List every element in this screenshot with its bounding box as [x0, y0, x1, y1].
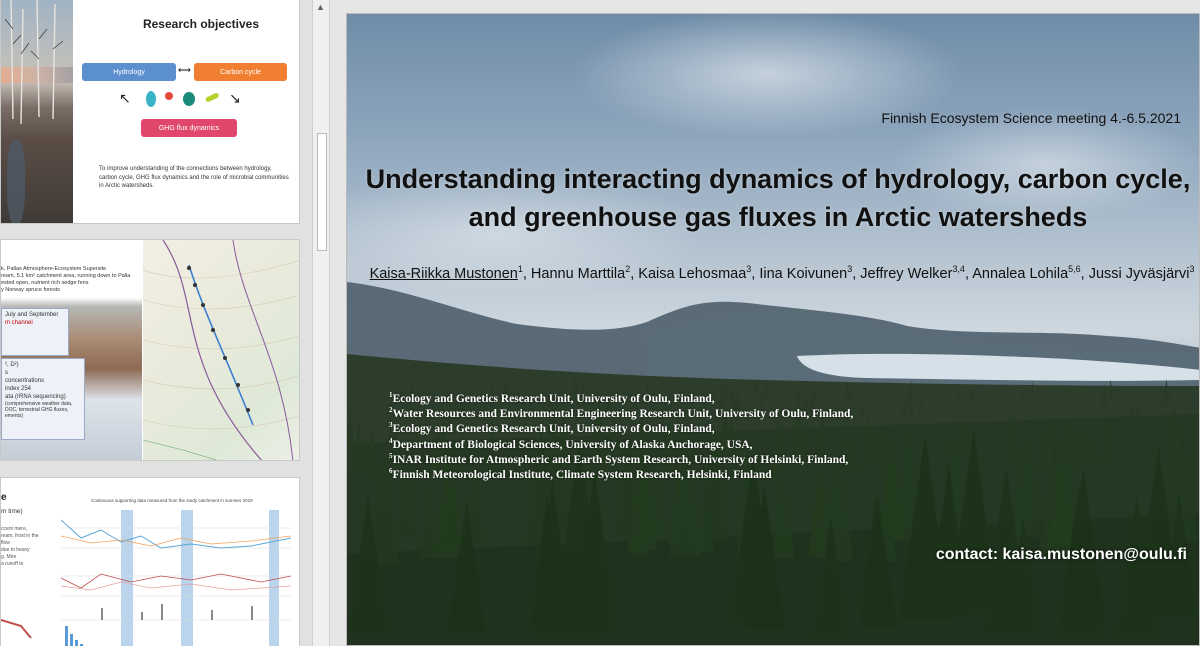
note-line: due to heavy: [1, 547, 30, 553]
affiliation-text: INAR Institute for Atmospheric and Earth…: [392, 453, 849, 466]
affiliation-text: Department of Biological Sciences, Unive…: [392, 438, 753, 451]
site-description: k, Pallas Atmosphere-Ecosystem Supersite…: [1, 266, 142, 294]
author-name: Annalea Lohila: [972, 266, 1069, 282]
slide-thumbnail-supporting-data[interactable]: e m time) ccent mere, ream, frost in the…: [0, 477, 300, 646]
author-name: Jussi Jyväsjärvi: [1088, 266, 1190, 282]
thumbnail-title: Research objectives: [142, 17, 260, 31]
sampling-box: July and September m channel: [1, 308, 69, 356]
svg-text:↘: ↘: [229, 91, 241, 107]
title-line-2: and greenhouse gas fluxes in Arctic wate…: [468, 202, 1088, 232]
measurements-box: ², D²) s concentrations index 254 ata (r…: [1, 358, 85, 440]
carbon-cycle-box: Carbon cycle: [194, 63, 287, 81]
main-slide-canvas[interactable]: Finnish Ecosystem Science meeting 4.-6.5…: [346, 13, 1200, 646]
measurement-line: concentrations: [5, 378, 45, 384]
note-line: a runoff to: [1, 561, 24, 567]
svg-text:↖: ↖: [119, 91, 131, 107]
contact-email: contact: kaisa.mustonen@oulu.fi: [935, 546, 1187, 563]
timeseries-chart-thumbnail: [61, 510, 292, 646]
author-name: Kaisa Lehosmaa: [638, 266, 747, 282]
author-list: Kaisa-Riikka Mustonen1, Hannu Marttila2,…: [369, 264, 1195, 282]
measurement-line: ata (rRNA sequencing): [5, 394, 66, 400]
affiliation-line: 4Department of Biological Sciences, Univ…: [389, 437, 989, 453]
thumbnail-subheading: m time): [1, 508, 23, 515]
measurement-line: ², D²): [5, 362, 19, 368]
scroll-up-arrow-icon[interactable]: ▲: [316, 2, 325, 12]
thumbnail-notes: ccent mere, ream, frost in the flow due …: [1, 526, 56, 568]
chart-title: Continuous supporting data measured from…: [91, 498, 253, 503]
affiliation-line: 1Ecology and Genetics Research Unit, Uni…: [389, 392, 989, 407]
thumbnail-scrollbar[interactable]: ▲: [312, 0, 330, 646]
affiliation-text: Ecology and Genetics Research Unit, Univ…: [392, 393, 715, 405]
note-line: g. Mire: [1, 554, 17, 560]
red-line-segment: [1, 619, 32, 639]
microbe-icon: ↖ ↘: [119, 91, 241, 107]
affiliation-text: Ecology and Genetics Research Unit, Univ…: [392, 423, 715, 436]
author-affiliation-number: 3: [746, 264, 752, 275]
author-affiliation-number: 1: [517, 264, 523, 275]
measurement-line: ements): [5, 413, 24, 419]
conference-name: Finnish Ecosystem Science meeting 4.-6.5…: [881, 110, 1181, 126]
thumbnail-heading: e: [1, 492, 7, 503]
author-affiliation-number: 2: [625, 264, 631, 275]
author-name: Jeffrey Welker: [860, 266, 953, 282]
slide-title: Understanding interacting dynamics of hy…: [355, 160, 1199, 236]
affiliation-line: 2Water Resources and Environmental Engin…: [389, 407, 989, 422]
site-line: ream, 5.1 km² catchment area, running do…: [1, 273, 131, 279]
measurement-line: s: [5, 370, 8, 376]
double-arrow-icon: ⟷: [178, 65, 191, 75]
author-affiliation-number: 3,4: [952, 264, 965, 275]
note-line: flow: [1, 540, 10, 546]
measurement-line: index 254: [5, 386, 32, 392]
site-line: ested open, nutrient rich sedge fens: [1, 280, 89, 286]
note-line: ccent mere,: [1, 526, 28, 532]
stream-water: [7, 139, 25, 223]
author-name: Hannu Marttila: [530, 266, 626, 282]
sampling-line-highlight: m channel: [5, 320, 33, 326]
catchment-map: [142, 240, 299, 460]
author-affiliation-number: 5,6: [1068, 264, 1081, 275]
thumbnail-body-text: To improve understanding of the connecti…: [99, 166, 289, 189]
study-site-photo: k, Pallas Atmosphere-Ecosystem Supersite…: [1, 240, 142, 460]
ghg-flux-box: GHG flux dynamics: [141, 119, 237, 137]
catchment-map-drawing: [142, 240, 299, 460]
slide-thumbnail-study-site[interactable]: k, Pallas Atmosphere-Ecosystem Supersite…: [0, 239, 300, 461]
winter-landscape-photo: [1, 0, 73, 223]
sampling-line: July and September: [5, 312, 59, 318]
author-name: Kaisa-Riikka Mustonen: [369, 266, 518, 282]
slide-thumbnail-research-objectives[interactable]: Research objectives Hydrology ⟷ Carbon c…: [0, 0, 300, 224]
title-line-1: Understanding interacting dynamics of hy…: [365, 164, 1191, 194]
affiliation-line: 6Finnish Meteorological Institute, Clima…: [389, 468, 989, 483]
affiliation-line: 5INAR Institute for Atmospheric and Eart…: [389, 452, 989, 468]
scrollbar-thumb[interactable]: [317, 133, 327, 251]
slide-thumbnail-pane[interactable]: Research objectives Hydrology ⟷ Carbon c…: [0, 0, 312, 646]
site-line: y Norway spruce forests: [1, 287, 60, 293]
site-line: k, Pallas Atmosphere-Ecosystem Supersite: [1, 266, 107, 272]
note-line: ream, frost in the: [1, 533, 39, 539]
affiliation-text: Finnish Meteorological Institute, Climat…: [392, 469, 772, 482]
author-affiliation-number: 3: [847, 264, 853, 275]
author-name: Iina Koivunen: [759, 266, 848, 282]
affiliation-text: Water Resources and Environmental Engine…: [392, 408, 854, 421]
birch-trees-illustration: [4, 0, 64, 125]
author-affiliation-number: 3: [1189, 264, 1195, 275]
hydrology-box: Hydrology: [82, 63, 176, 81]
affiliation-line: 3Ecology and Genetics Research Unit, Uni…: [389, 422, 989, 437]
affiliation-list: 1Ecology and Genetics Research Unit, Uni…: [389, 392, 989, 483]
